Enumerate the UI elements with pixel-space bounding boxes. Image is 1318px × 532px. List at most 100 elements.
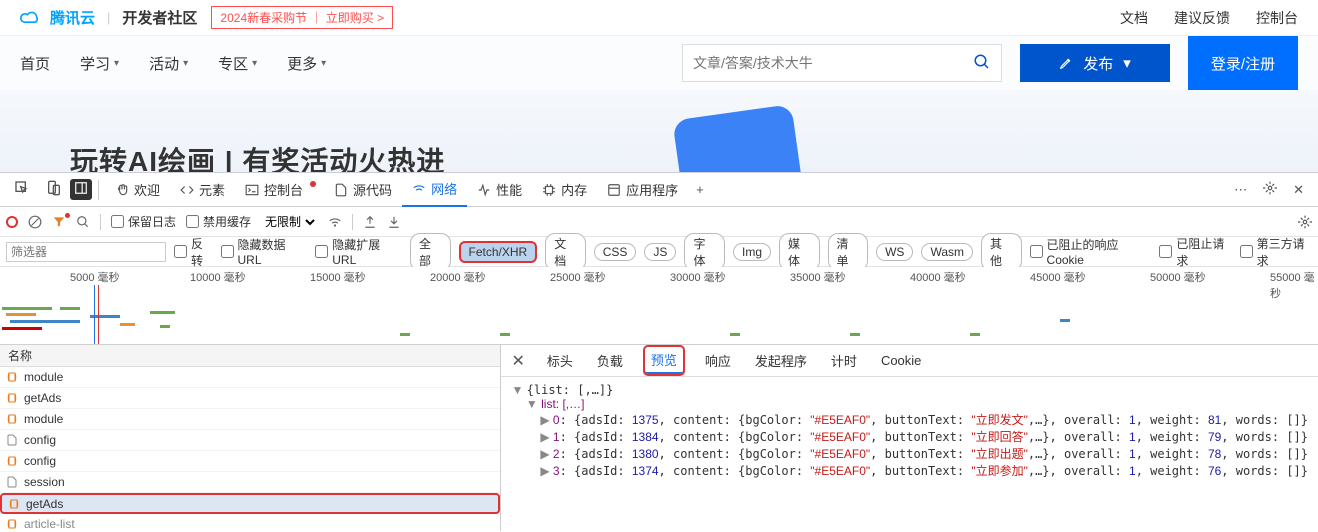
download-icon[interactable]	[387, 215, 401, 229]
edit-icon	[1059, 56, 1073, 70]
hide-ext-checkbox[interactable]: 隐藏扩展 URL	[315, 236, 402, 267]
json-preview[interactable]: ▼ {list: [,…]} ▼ list: [,…] ▶ 0: {adsId:…	[501, 377, 1318, 531]
close-icon[interactable]: ✕	[1285, 182, 1312, 198]
list-header[interactable]: 名称	[0, 345, 500, 367]
type-media[interactable]: 媒体	[779, 233, 820, 271]
request-row[interactable]: session	[0, 472, 500, 493]
dock-icon[interactable]	[70, 179, 92, 200]
add-tab-icon[interactable]: +	[688, 182, 712, 197]
tab-preview[interactable]: 预览	[645, 347, 683, 374]
request-row[interactable]: getAds	[0, 388, 500, 409]
promo-banner[interactable]: 2024新春采购节 ｜ 立即购买 >	[211, 6, 393, 29]
request-name: article-list	[24, 517, 75, 531]
request-row[interactable]: config	[0, 430, 500, 451]
request-row[interactable]: module	[0, 409, 500, 430]
tab-network[interactable]: 网络	[402, 173, 467, 207]
tab-welcome[interactable]: 欢迎	[105, 173, 170, 207]
timeline-tick: 10000 毫秒	[190, 269, 246, 285]
brand-sub[interactable]: 开发者社区	[122, 7, 197, 28]
close-icon[interactable]: ✕	[511, 351, 524, 371]
tab-console[interactable]: 控制台	[235, 173, 324, 207]
request-list: 名称 modulegetAdsmoduleconfigconfigsession…	[0, 345, 501, 531]
logo[interactable]: 腾讯云	[20, 7, 95, 28]
type-all[interactable]: 全部	[410, 233, 451, 271]
tab-headers[interactable]: 标头	[545, 345, 575, 376]
separator	[352, 214, 353, 230]
request-row[interactable]: config	[0, 451, 500, 472]
chip-icon	[542, 183, 556, 197]
request-name: getAds	[26, 497, 63, 511]
type-font[interactable]: 字体	[684, 233, 725, 271]
device-icon[interactable]	[38, 180, 70, 199]
docs-link[interactable]: 文档	[1120, 8, 1148, 28]
label: 禁用缓存	[203, 213, 251, 230]
chevron-down-icon: ▾	[321, 58, 326, 69]
wifi-icon[interactable]	[328, 215, 342, 229]
tab-timing[interactable]: 计时	[829, 345, 859, 376]
nav-home[interactable]: 首页	[20, 53, 50, 74]
filter-icon[interactable]	[52, 215, 66, 229]
search-box[interactable]	[682, 44, 1002, 82]
upload-icon[interactable]	[363, 215, 377, 229]
app-icon	[607, 183, 621, 197]
tab-response[interactable]: 响应	[703, 345, 733, 376]
search-icon[interactable]	[973, 53, 991, 74]
nav-more[interactable]: 更多▾	[287, 53, 326, 74]
hero-banner: 玩转AI绘画 | 有奖活动火热进	[0, 90, 1318, 172]
type-doc[interactable]: 文档	[545, 233, 586, 271]
type-other[interactable]: 其他	[981, 233, 1022, 271]
throttle-select[interactable]: 无限制	[261, 214, 318, 230]
nav-activity[interactable]: 活动▾	[149, 53, 188, 74]
file-icon	[334, 183, 348, 197]
tab-elements[interactable]: 元素	[170, 173, 235, 207]
timeline[interactable]: 5000 毫秒10000 毫秒15000 毫秒20000 毫秒25000 毫秒3…	[0, 267, 1318, 345]
timeline-tick: 25000 毫秒	[550, 269, 606, 285]
tab-sources[interactable]: 源代码	[324, 173, 402, 207]
split-pane: 名称 modulegetAdsmoduleconfigconfigsession…	[0, 345, 1318, 531]
banner-graphic	[672, 104, 803, 172]
nav-learn[interactable]: 学习▾	[80, 53, 119, 74]
request-row[interactable]: article-list	[0, 514, 500, 531]
type-ws[interactable]: WS	[876, 243, 913, 261]
request-row[interactable]: getAds	[0, 493, 500, 514]
timeline-tick: 55000 毫秒	[1270, 269, 1318, 301]
tab-payload[interactable]: 负载	[595, 345, 625, 376]
tab-initiator[interactable]: 发起程序	[753, 345, 809, 376]
filter-input[interactable]	[6, 242, 166, 262]
nav-zone[interactable]: 专区▾	[218, 53, 257, 74]
feedback-link[interactable]: 建议反馈	[1174, 8, 1230, 28]
keep-log-checkbox[interactable]: 保留日志	[111, 213, 176, 230]
type-img[interactable]: Img	[733, 243, 771, 261]
blocked-req-checkbox[interactable]: 已阻止请求	[1159, 235, 1231, 269]
gear-icon[interactable]	[1298, 215, 1312, 229]
tab-label: 网络	[431, 179, 457, 198]
third-party-checkbox[interactable]: 第三方请求	[1240, 235, 1312, 269]
tab-application[interactable]: 应用程序	[597, 173, 688, 207]
clear-icon[interactable]	[28, 215, 42, 229]
publish-button[interactable]: 发布 ▾	[1020, 44, 1170, 82]
search-input[interactable]	[693, 55, 973, 71]
hide-data-checkbox[interactable]: 隐藏数据 URL	[221, 236, 308, 267]
type-css[interactable]: CSS	[594, 243, 637, 261]
login-button[interactable]: 登录/注册	[1188, 36, 1298, 90]
gear-icon[interactable]	[1255, 181, 1285, 198]
nav-items: 首页 学习▾ 活动▾ 专区▾ 更多▾	[20, 53, 326, 74]
request-row[interactable]: module	[0, 367, 500, 388]
chevron-down-icon: ▾	[183, 58, 188, 69]
disable-cache-checkbox[interactable]: 禁用缓存	[186, 213, 251, 230]
console-link[interactable]: 控制台	[1256, 8, 1298, 28]
record-icon[interactable]	[6, 216, 18, 228]
tab-cookie[interactable]: Cookie	[879, 347, 923, 374]
type-wasm[interactable]: Wasm	[921, 243, 973, 261]
tab-memory[interactable]: 内存	[532, 173, 597, 207]
search-icon[interactable]	[76, 215, 90, 229]
type-fetch-xhr[interactable]: Fetch/XHR	[459, 241, 538, 263]
more-icon[interactable]: ⋯	[1226, 182, 1255, 198]
inspect-icon[interactable]	[6, 180, 38, 199]
invert-checkbox[interactable]: 反转	[174, 235, 213, 269]
tab-label: 元素	[199, 180, 225, 199]
type-js[interactable]: JS	[644, 243, 676, 261]
blocked-cookie-checkbox[interactable]: 已阻止的响应 Cookie	[1030, 236, 1152, 267]
tab-performance[interactable]: 性能	[467, 173, 532, 207]
type-manifest[interactable]: 清单	[828, 233, 869, 271]
